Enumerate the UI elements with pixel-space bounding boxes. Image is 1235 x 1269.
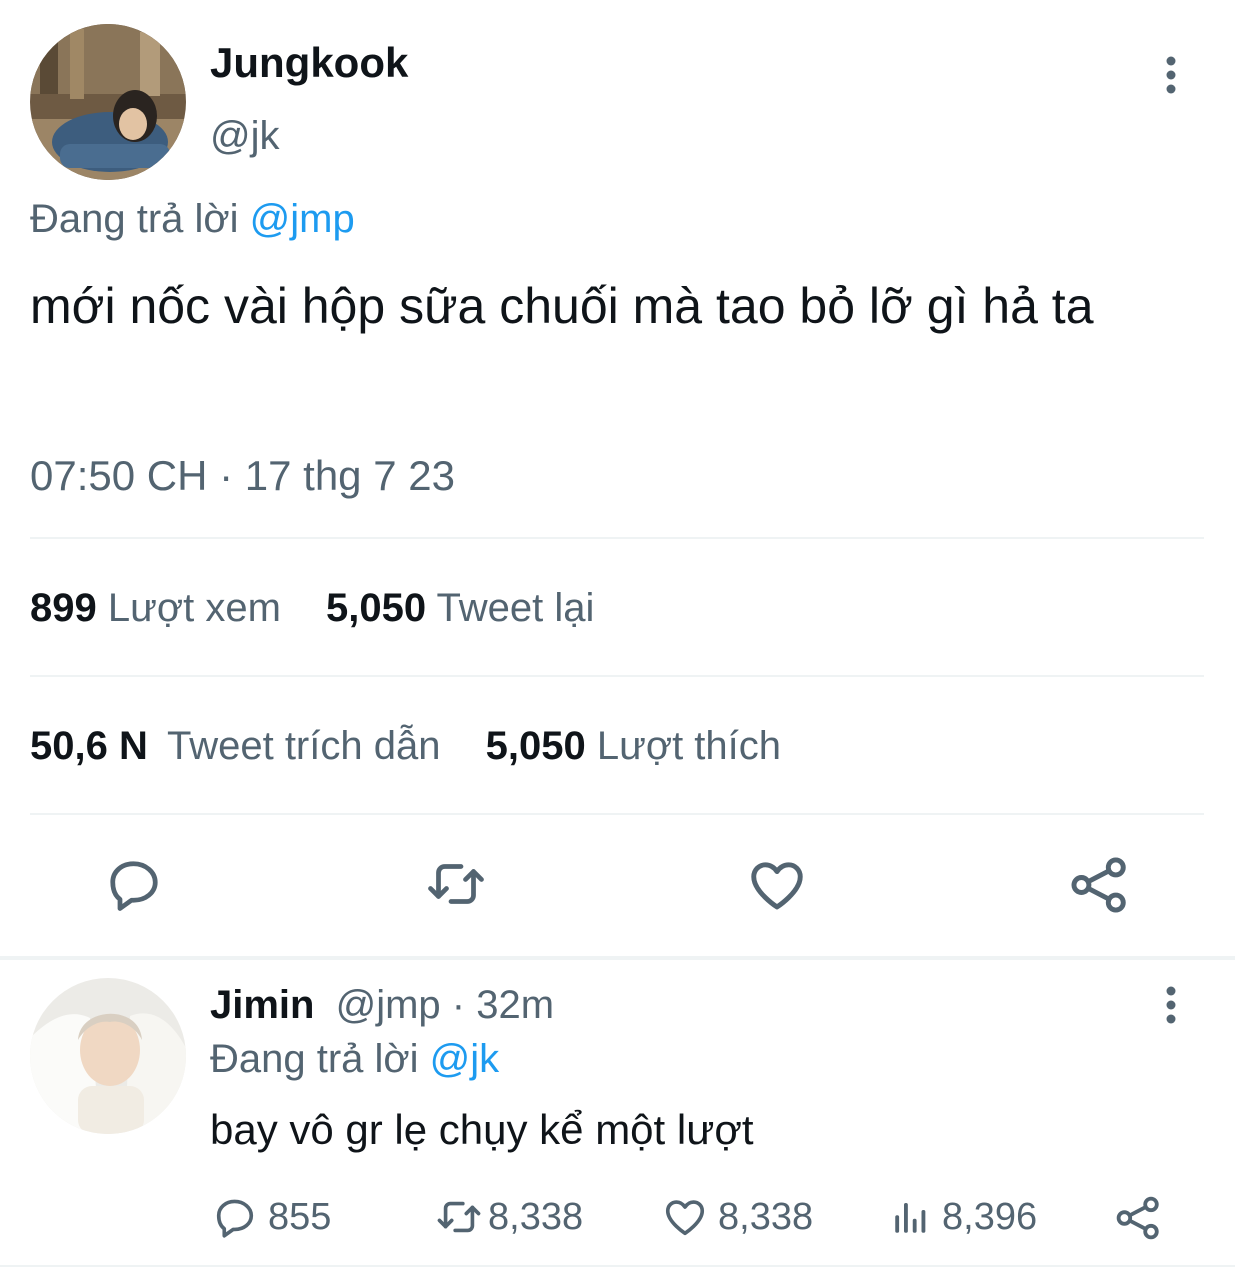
author-handle[interactable]: @jk bbox=[210, 112, 280, 160]
likes-label: Lượt thích bbox=[596, 724, 782, 768]
views-bar-chart-icon bbox=[890, 1194, 932, 1240]
reply-author-name[interactable]: Jimin bbox=[210, 983, 314, 1027]
reply-button[interactable]: 855 bbox=[212, 1194, 331, 1240]
like-count: 8,338 bbox=[718, 1195, 814, 1238]
views-button[interactable]: 8,396 bbox=[890, 1194, 1037, 1240]
reply-time-ago[interactable]: 32m bbox=[476, 983, 554, 1027]
divider bbox=[30, 537, 1204, 539]
reply-separator: · bbox=[451, 983, 466, 1027]
like-icon[interactable] bbox=[746, 854, 808, 916]
replying-to-prefix: Đang trả lời bbox=[30, 197, 239, 241]
retweet-button[interactable]: 8,338 bbox=[434, 1194, 583, 1240]
replying-to-handle[interactable]: @jmp bbox=[250, 197, 355, 241]
quotes-label: Tweet trích dẫn bbox=[166, 724, 441, 768]
reply-icon[interactable] bbox=[104, 854, 164, 914]
author-name[interactable]: Jungkook bbox=[210, 38, 408, 88]
retweet-icon[interactable] bbox=[424, 854, 488, 914]
divider bbox=[30, 813, 1204, 815]
replying-to: Đang trả lời @jmp bbox=[30, 194, 355, 244]
quotes-count: 50,6 N bbox=[30, 724, 148, 768]
bottom-divider bbox=[0, 1265, 1235, 1267]
share-icon[interactable] bbox=[1114, 1194, 1162, 1242]
tweet-timestamp[interactable]: 07:50 CH · 17 thg 7 23 bbox=[30, 450, 455, 502]
reply-author-handle[interactable]: @jmp bbox=[336, 983, 441, 1027]
stats-row: 50,6 N Tweet trích dẫn 5,050 Lượt thích bbox=[30, 721, 781, 771]
retweets-stat[interactable]: 5,050 Tweet lại bbox=[326, 586, 594, 630]
divider bbox=[30, 675, 1204, 677]
more-options-icon[interactable] bbox=[1156, 984, 1186, 1028]
retweet-count: 8,338 bbox=[488, 1195, 584, 1238]
tweet-text: mới nốc vài hộp sữa chuối mà tao bỏ lỡ g… bbox=[30, 278, 1094, 334]
like-button[interactable]: 8,338 bbox=[662, 1194, 813, 1240]
reply-header: Jimin @jmp · 32m bbox=[210, 980, 554, 1030]
likes-count: 5,050 bbox=[485, 724, 586, 768]
views-label: Lượt xem bbox=[107, 586, 281, 630]
more-options-icon[interactable] bbox=[1156, 54, 1186, 98]
share-icon[interactable] bbox=[1068, 854, 1130, 916]
views-count: 8,396 bbox=[942, 1195, 1038, 1238]
reply-replying-to: Đang trả lời @jk bbox=[210, 1034, 499, 1084]
stats-row: 899 Lượt xem 5,050 Tweet lại bbox=[30, 583, 594, 633]
retweets-count: 5,050 bbox=[326, 586, 427, 630]
reply-text: bay vô gr lẹ chụy kể một lượt bbox=[210, 1106, 754, 1153]
quotes-stat[interactable]: 50,6 N Tweet trích dẫn bbox=[30, 724, 452, 768]
retweets-label: Tweet lại bbox=[436, 586, 595, 630]
reply-count: 855 bbox=[268, 1195, 332, 1238]
views-stat: 899 Lượt xem bbox=[30, 586, 292, 630]
tweet-separator bbox=[0, 956, 1235, 960]
likes-stat[interactable]: 5,050 Lượt thích bbox=[486, 724, 781, 768]
replying-to-prefix: Đang trả lời bbox=[210, 1037, 419, 1081]
replying-to-handle[interactable]: @jk bbox=[430, 1037, 500, 1081]
reply-author-avatar[interactable] bbox=[30, 978, 186, 1134]
like-icon bbox=[662, 1194, 708, 1240]
retweet-icon bbox=[434, 1194, 484, 1240]
views-count: 899 bbox=[30, 586, 97, 630]
author-avatar[interactable] bbox=[30, 24, 186, 180]
reply-icon bbox=[212, 1194, 258, 1240]
